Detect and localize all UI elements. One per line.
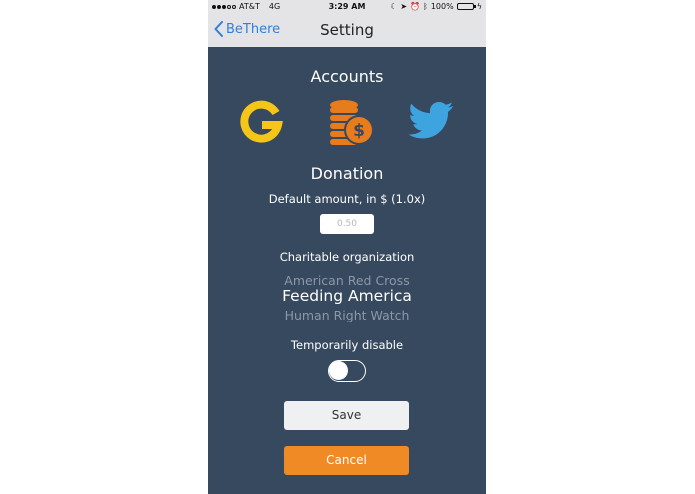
location-arrow-icon: ➤ [400, 2, 408, 11]
toggle-knob [329, 361, 348, 380]
accounts-title: Accounts [310, 67, 384, 86]
battery-percentage: 100% [430, 2, 454, 11]
navigation-bar: BeThere Setting [208, 14, 486, 47]
moon-icon: ☾ [390, 2, 398, 11]
save-button[interactable]: Save [284, 401, 409, 430]
svg-text:$: $ [353, 121, 365, 141]
charitable-organization-label: Charitable organization [279, 250, 415, 264]
coins-icon[interactable]: $ [327, 98, 375, 146]
picker-option[interactable]: Human Right Watch [208, 308, 486, 322]
organization-picker[interactable]: American Red Cross Feeding America Human… [208, 271, 486, 323]
picker-option[interactable]: American Red Cross [208, 273, 486, 288]
bluetooth-icon: ᛒ [423, 2, 428, 11]
phone-screen: AT&T 4G 3:29 AM ☾ ➤ ⏰ ᛒ 100% ϟ BeThere S… [208, 0, 486, 494]
status-bar: AT&T 4G 3:29 AM ☾ ➤ ⏰ ᛒ 100% ϟ [208, 0, 486, 14]
temporarily-disable-label: Temporarily disable [290, 338, 404, 352]
default-amount-input[interactable] [320, 214, 374, 234]
google-icon[interactable] [238, 99, 284, 145]
twitter-icon[interactable] [408, 101, 454, 141]
settings-content: Accounts $ Donation Default amount, in $… [208, 47, 486, 494]
cancel-button[interactable]: Cancel [284, 446, 409, 475]
battery-icon [456, 3, 476, 10]
donation-title: Donation [310, 164, 384, 183]
charging-icon: ϟ [476, 2, 482, 11]
disable-toggle[interactable] [328, 360, 366, 382]
page-title: Setting [320, 21, 374, 39]
default-amount-label: Default amount, in $ (1.0x) [268, 192, 426, 206]
picker-option-selected[interactable]: Feeding America [208, 287, 486, 305]
alarm-icon: ⏰ [410, 2, 421, 11]
status-bar-right: ☾ ➤ ⏰ ᛒ 100% ϟ [390, 2, 482, 11]
